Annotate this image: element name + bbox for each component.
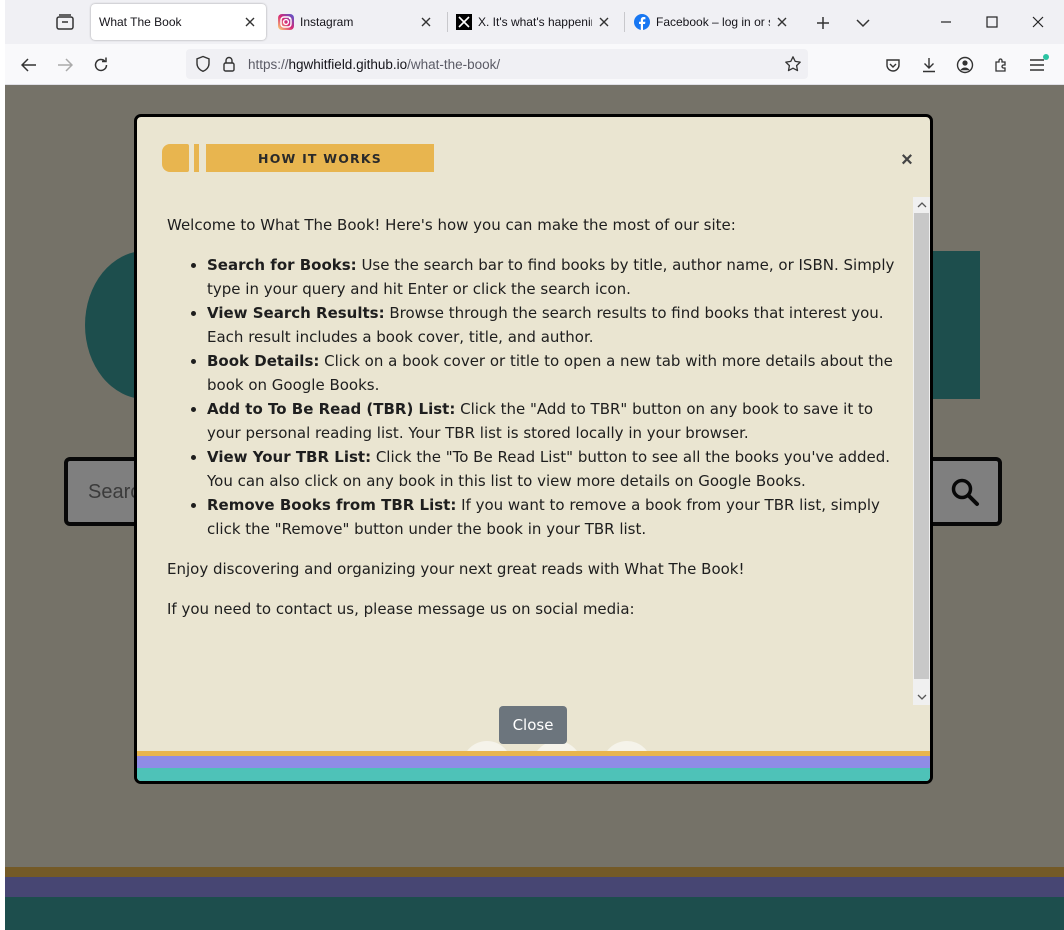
scroll-up-icon[interactable] bbox=[913, 197, 930, 213]
scroll-down-icon[interactable] bbox=[913, 689, 930, 705]
tab-instagram[interactable]: Instagram bbox=[270, 4, 442, 40]
close-window-icon[interactable] bbox=[1026, 10, 1050, 34]
x-icon bbox=[456, 14, 472, 30]
forward-icon[interactable] bbox=[52, 52, 78, 78]
list-item: Search for Books: Use the search bar to … bbox=[207, 253, 907, 301]
lock-icon[interactable] bbox=[220, 55, 238, 73]
modal-scrollbar[interactable] bbox=[913, 197, 930, 705]
back-icon[interactable] bbox=[16, 52, 42, 78]
url-bar[interactable]: https://hgwhitfield.github.io/what-the-b… bbox=[186, 49, 808, 79]
tab-separator bbox=[624, 12, 625, 32]
extensions-icon[interactable] bbox=[988, 52, 1014, 78]
modal-title-banner: HOW IT WORKS bbox=[162, 144, 437, 172]
tab-bar: What The Book Instagram X. It's what's h… bbox=[0, 0, 1064, 44]
list-item: Add to To Be Read (TBR) List: Click the … bbox=[207, 397, 907, 445]
url-path: /what-the-book/ bbox=[407, 57, 501, 72]
navigation-bar: https://hgwhitfield.github.io/what-the-b… bbox=[5, 44, 1064, 85]
list-item-heading: View Search Results: bbox=[207, 304, 385, 322]
close-tab-icon[interactable] bbox=[418, 14, 434, 30]
tab-what-the-book[interactable]: What The Book bbox=[91, 4, 266, 40]
instructions-list: Search for Books: Use the search bar to … bbox=[207, 253, 907, 541]
minimize-icon[interactable] bbox=[934, 10, 958, 34]
reload-icon[interactable] bbox=[88, 52, 114, 78]
new-tab-icon[interactable] bbox=[812, 12, 834, 34]
close-tab-icon[interactable] bbox=[242, 14, 258, 30]
maximize-icon[interactable] bbox=[980, 10, 1004, 34]
bookmark-star-icon[interactable] bbox=[784, 55, 802, 73]
downloads-icon[interactable] bbox=[916, 52, 942, 78]
list-item-heading: View Your TBR List: bbox=[207, 448, 372, 466]
tab-title: What The Book bbox=[99, 15, 182, 29]
tab-title: X. It's what's happening bbox=[478, 15, 592, 29]
close-tab-icon[interactable] bbox=[774, 14, 790, 30]
tab-x[interactable]: X. It's what's happening bbox=[448, 4, 620, 40]
intro-text: Welcome to What The Book! Here's how you… bbox=[167, 216, 736, 234]
list-item: View Your TBR List: Click the "To Be Rea… bbox=[207, 445, 907, 493]
list-item-heading: Remove Books from TBR List: bbox=[207, 496, 457, 514]
title-pill-decoration bbox=[162, 144, 189, 172]
list-item: Remove Books from TBR List: If you want … bbox=[207, 493, 907, 541]
facebook-icon bbox=[634, 14, 650, 30]
close-tab-icon[interactable] bbox=[596, 14, 612, 30]
tab-title: Instagram bbox=[300, 15, 354, 29]
url-host: hgwhitfield.github.io bbox=[288, 57, 408, 72]
list-item-heading: Search for Books: bbox=[207, 256, 357, 274]
tracking-protection-shield-icon[interactable] bbox=[194, 55, 212, 73]
tab-title: Facebook – log in or sign up bbox=[656, 15, 770, 29]
url-prefix: https:// bbox=[248, 57, 289, 72]
modal-title: HOW IT WORKS bbox=[206, 144, 434, 172]
list-item: View Search Results: Browse through the … bbox=[207, 301, 907, 349]
contact-text: If you need to contact us, please messag… bbox=[167, 600, 635, 618]
firefox-view-icon[interactable] bbox=[52, 10, 78, 34]
pocket-icon[interactable] bbox=[880, 52, 906, 78]
tab-facebook[interactable]: Facebook – log in or sign up bbox=[626, 4, 798, 40]
list-item-heading: Book Details: bbox=[207, 352, 320, 370]
modal-close-icon[interactable]: × bbox=[899, 150, 915, 170]
account-icon[interactable] bbox=[952, 52, 978, 78]
instagram-icon bbox=[278, 14, 294, 30]
modal-body: Welcome to What The Book! Here's how you… bbox=[167, 213, 907, 781]
modal-stripe-teal bbox=[137, 768, 930, 781]
title-bar-decoration bbox=[194, 144, 199, 172]
update-badge bbox=[1043, 54, 1049, 60]
modal-stripe-purple bbox=[137, 756, 930, 768]
menu-icon[interactable] bbox=[1024, 52, 1050, 78]
outro-text: Enjoy discovering and organizing your ne… bbox=[167, 560, 745, 578]
list-item: Book Details: Click on a book cover or t… bbox=[207, 349, 907, 397]
url-text[interactable]: https://hgwhitfield.github.io/what-the-b… bbox=[248, 57, 500, 72]
list-all-tabs-icon[interactable] bbox=[852, 12, 874, 34]
scrollbar-thumb[interactable] bbox=[914, 213, 929, 679]
close-button[interactable]: Close bbox=[499, 706, 567, 744]
how-it-works-modal: HOW IT WORKS × Welcome to What The Book!… bbox=[134, 114, 933, 784]
list-item-heading: Add to To Be Read (TBR) List: bbox=[207, 400, 456, 418]
